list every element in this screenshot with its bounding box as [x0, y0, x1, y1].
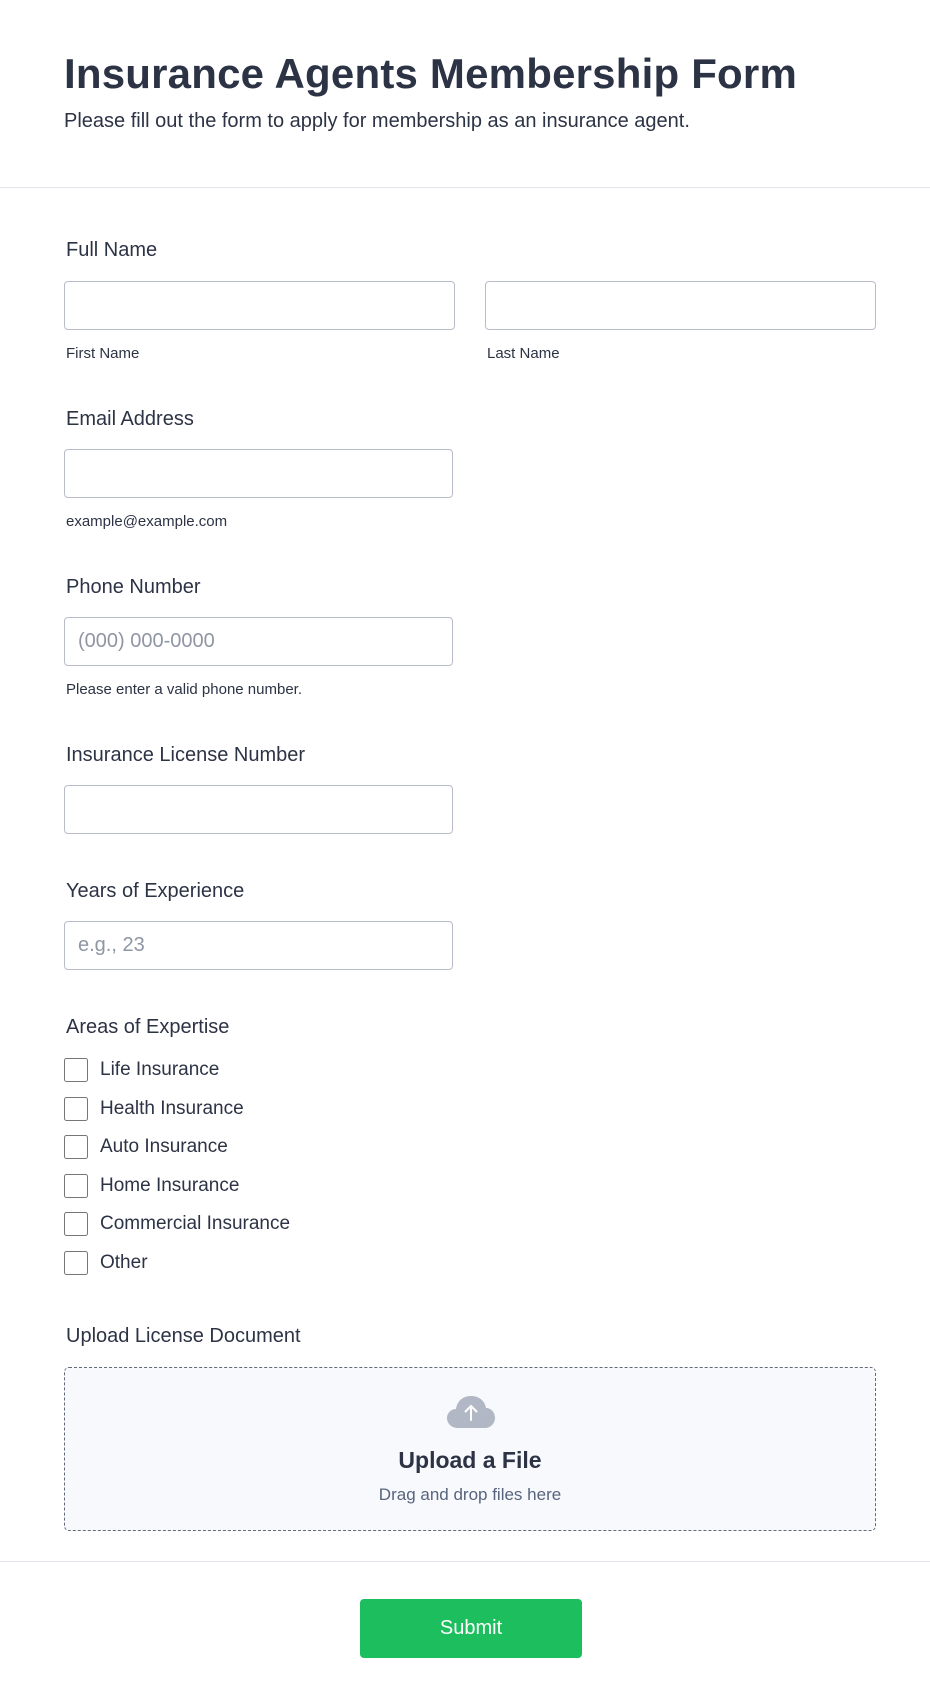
license-label: Insurance License Number	[66, 744, 306, 766]
health-insurance-checkbox[interactable]	[64, 1097, 88, 1121]
expertise-option-other[interactable]: Other	[64, 1250, 148, 1276]
cloud-upload-icon	[447, 1396, 495, 1428]
checkbox-label: Home Insurance	[100, 1175, 240, 1196]
license-number-input[interactable]	[64, 785, 453, 834]
experience-input[interactable]	[64, 921, 453, 970]
checkbox-label: Health Insurance	[100, 1098, 244, 1119]
life-insurance-checkbox[interactable]	[64, 1058, 88, 1082]
file-upload-dropzone[interactable]: Upload a File Drag and drop files here	[64, 1367, 876, 1531]
upload-title: Upload a File	[398, 1447, 542, 1473]
checkbox-label: Auto Insurance	[100, 1136, 228, 1157]
home-insurance-checkbox[interactable]	[64, 1174, 88, 1198]
phone-sublabel: Please enter a valid phone number.	[66, 681, 302, 698]
form-header: Insurance Agents Membership Form Please …	[0, 0, 930, 188]
experience-label: Years of Experience	[66, 880, 245, 902]
email-input[interactable]	[64, 449, 453, 498]
first-name-input[interactable]	[64, 281, 455, 330]
expertise-option-auto[interactable]: Auto Insurance	[64, 1134, 228, 1160]
expertise-option-commercial[interactable]: Commercial Insurance	[64, 1211, 290, 1237]
checkbox-label: Commercial Insurance	[100, 1213, 291, 1234]
commercial-insurance-checkbox[interactable]	[64, 1212, 88, 1236]
expertise-option-life[interactable]: Life Insurance	[64, 1057, 219, 1083]
phone-input[interactable]	[64, 617, 453, 666]
footer-divider	[0, 1561, 930, 1562]
form-title: Insurance Agents Membership Form	[64, 50, 797, 97]
full-name-label: Full Name	[66, 239, 158, 261]
expertise-label: Areas of Expertise	[66, 1016, 230, 1038]
phone-label: Phone Number	[66, 576, 201, 598]
form-subtitle: Please fill out the form to apply for me…	[64, 110, 690, 132]
expertise-option-health[interactable]: Health Insurance	[64, 1096, 244, 1122]
upload-label: Upload License Document	[66, 1325, 301, 1347]
last-name-sublabel: Last Name	[487, 345, 560, 362]
checkbox-label: Other	[100, 1252, 148, 1273]
auto-insurance-checkbox[interactable]	[64, 1135, 88, 1159]
upload-subtitle: Drag and drop files here	[378, 1485, 562, 1504]
expertise-option-home[interactable]: Home Insurance	[64, 1173, 239, 1199]
last-name-input[interactable]	[485, 281, 876, 330]
other-checkbox[interactable]	[64, 1251, 88, 1275]
checkbox-label: Life Insurance	[100, 1059, 220, 1080]
first-name-sublabel: First Name	[66, 345, 140, 362]
email-sublabel: example@example.com	[66, 513, 228, 530]
email-label: Email Address	[66, 408, 194, 430]
submit-button[interactable]: Submit	[360, 1599, 582, 1658]
